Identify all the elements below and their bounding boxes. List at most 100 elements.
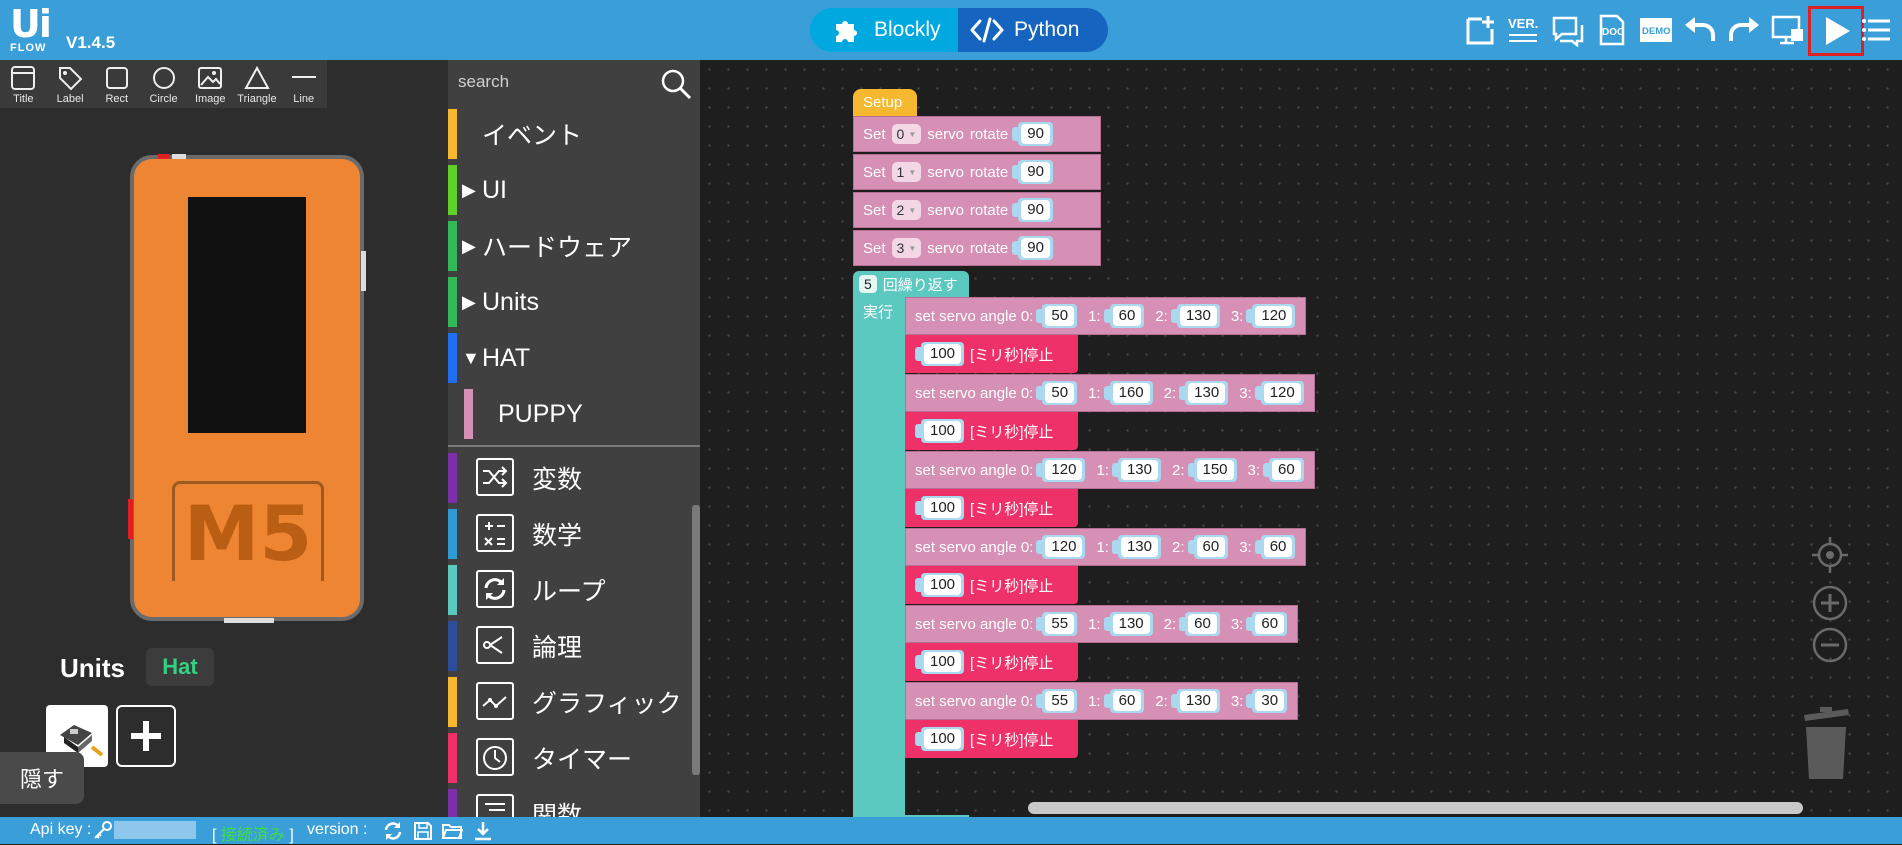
servo-port-dropdown[interactable]: 2 ▼ [891, 200, 922, 220]
search-input[interactable] [458, 68, 648, 96]
loop-count-input[interactable]: 5 [859, 275, 877, 293]
servo-port-dropdown[interactable]: 0 ▼ [891, 124, 922, 144]
wait-ms-block[interactable]: 100 [ミリ秒]停止 [905, 412, 1078, 450]
widget-title[interactable]: Title [0, 60, 47, 108]
wait-ms-block[interactable]: 100 [ミリ秒]停止 [905, 489, 1078, 527]
category-event[interactable]: イベント [448, 106, 700, 162]
servo-set-block[interactable]: Set 3 ▼ servo rotate 90 [853, 230, 1101, 266]
angle-1-input[interactable]: 160 [1103, 381, 1153, 405]
feedback-button[interactable] [1548, 10, 1588, 50]
wait-ms-block[interactable]: 100 [ミリ秒]停止 [905, 335, 1078, 373]
wait-ms-block[interactable]: 100 [ミリ秒]停止 [905, 566, 1078, 604]
angle-0-input[interactable]: 55 [1036, 612, 1078, 636]
angle-0-input[interactable]: 50 [1036, 381, 1078, 405]
hide-panel-button[interactable]: 隠す [0, 752, 84, 804]
hat-badge[interactable]: Hat [146, 648, 214, 686]
add-unit-button[interactable] [116, 705, 176, 767]
zoom-in-icon[interactable] [1810, 583, 1850, 623]
category-functions[interactable]: 関数 [448, 786, 700, 817]
search-icon[interactable] [660, 68, 692, 100]
rotate-value-input[interactable]: 90 [1012, 198, 1053, 222]
angle-1-input[interactable]: 130 [1103, 612, 1153, 636]
wait-ms-input[interactable]: 100 [914, 727, 965, 751]
servo-angle-block[interactable]: set servo angle 0: 120 1: 130 2: 150 3: 60 [905, 451, 1315, 489]
new-file-button[interactable] [1460, 10, 1500, 50]
python-mode-button[interactable]: Python [958, 8, 1108, 52]
category-variables[interactable]: 変数 [448, 450, 700, 506]
servo-port-dropdown[interactable]: 3 ▼ [891, 238, 922, 258]
angle-3-input[interactable]: 30 [1246, 689, 1288, 713]
angle-2-input[interactable]: 60 [1179, 612, 1220, 636]
servo-angle-block[interactable]: set servo angle 0: 50 1: 60 2: 130 3: 120 [905, 297, 1307, 335]
servo-angle-block[interactable]: set servo angle 0: 50 1: 160 2: 130 3: 120 [905, 374, 1315, 412]
category-units[interactable]: ▶ Units [448, 274, 700, 330]
angle-3-input[interactable]: 60 [1246, 612, 1288, 636]
category-graphic[interactable]: グラフィック [448, 674, 700, 730]
servo-set-block[interactable]: Set 0 ▼ servo rotate 90 [853, 116, 1101, 152]
repeat-loop-block[interactable]: 5 回繰り返す [853, 271, 969, 297]
servo-set-block[interactable]: Set 1 ▼ servo rotate 90 [853, 154, 1101, 190]
category-puppy[interactable]: PUPPY [448, 386, 700, 442]
category-hat[interactable]: ▼ HAT [448, 330, 700, 386]
widget-image[interactable]: Image [187, 60, 234, 108]
angle-2-input[interactable]: 130 [1170, 304, 1220, 328]
servo-angle-block[interactable]: set servo angle 0: 55 1: 60 2: 130 3: 30 [905, 682, 1299, 720]
angle-3-input[interactable]: 60 [1263, 458, 1304, 482]
api-key-field[interactable] [114, 821, 196, 839]
angle-3-input[interactable]: 120 [1254, 381, 1304, 405]
angle-0-input[interactable]: 120 [1036, 458, 1086, 482]
servo-port-dropdown[interactable]: 1 ▼ [891, 162, 922, 182]
wait-ms-input[interactable]: 100 [914, 419, 965, 443]
setup-block[interactable]: Setup [853, 89, 917, 116]
angle-2-input[interactable]: 130 [1179, 381, 1229, 405]
redo-button[interactable] [1724, 10, 1764, 50]
recenter-icon[interactable] [1810, 535, 1850, 575]
device-screen[interactable] [188, 197, 306, 433]
category-hardware[interactable]: ▶ ハードウェア [448, 218, 700, 274]
open-folder-icon[interactable] [441, 820, 463, 842]
widget-line[interactable]: Line [280, 60, 327, 108]
angle-0-input[interactable]: 50 [1036, 304, 1078, 328]
rotate-value-input[interactable]: 90 [1012, 236, 1053, 260]
angle-2-input[interactable]: 60 [1187, 535, 1229, 559]
version-button[interactable]: VER. [1504, 10, 1544, 50]
download-icon[interactable] [472, 820, 494, 842]
category-loop[interactable]: ループ [448, 562, 700, 618]
wait-ms-input[interactable]: 100 [914, 342, 965, 366]
category-scrollbar[interactable] [692, 505, 700, 775]
wait-ms-input[interactable]: 100 [914, 650, 965, 674]
blockly-mode-button[interactable]: Blockly [810, 8, 958, 52]
blockly-workspace[interactable]: Setup Set 0 ▼ servo rotate 90 Set 1 ▼ serv… [700, 60, 1902, 817]
run-button[interactable] [1808, 6, 1864, 56]
widget-triangle[interactable]: Triangle [234, 60, 281, 108]
zoom-out-icon[interactable] [1810, 625, 1850, 665]
menu-button[interactable] [1862, 10, 1892, 50]
angle-1-input[interactable]: 130 [1111, 458, 1161, 482]
trash-icon[interactable] [1800, 705, 1852, 785]
category-logic[interactable]: 論理 [448, 618, 700, 674]
servo-angle-block[interactable]: set servo angle 0: 120 1: 130 2: 60 3: 60 [905, 528, 1307, 566]
wait-ms-input[interactable]: 100 [914, 496, 965, 520]
widget-label[interactable]: Label [47, 60, 94, 108]
angle-3-input[interactable]: 60 [1254, 535, 1296, 559]
wait-ms-input[interactable]: 100 [914, 573, 965, 597]
undo-button[interactable] [1680, 10, 1720, 50]
angle-0-input[interactable]: 55 [1036, 689, 1078, 713]
servo-angle-block[interactable]: set servo angle 0: 55 1: 130 2: 60 3: 60 [905, 605, 1299, 643]
angle-1-input[interactable]: 60 [1103, 304, 1145, 328]
rotate-value-input[interactable]: 90 [1012, 122, 1053, 146]
angle-1-input[interactable]: 60 [1103, 689, 1145, 713]
category-ui[interactable]: ▶ UI [448, 162, 700, 218]
demo-button[interactable]: DEMO [1636, 10, 1676, 50]
refresh-icon[interactable] [382, 820, 404, 842]
angle-3-input[interactable]: 120 [1246, 304, 1296, 328]
wait-ms-block[interactable]: 100 [ミリ秒]停止 [905, 720, 1078, 758]
save-icon[interactable] [412, 820, 434, 842]
rotate-value-input[interactable]: 90 [1012, 160, 1053, 184]
wait-ms-block[interactable]: 100 [ミリ秒]停止 [905, 643, 1078, 681]
servo-set-block[interactable]: Set 2 ▼ servo rotate 90 [853, 192, 1101, 228]
widget-rect[interactable]: Rect [93, 60, 140, 108]
angle-0-input[interactable]: 120 [1036, 535, 1086, 559]
workspace-horizontal-scrollbar[interactable] [1028, 802, 1803, 814]
angle-2-input[interactable]: 150 [1187, 458, 1237, 482]
